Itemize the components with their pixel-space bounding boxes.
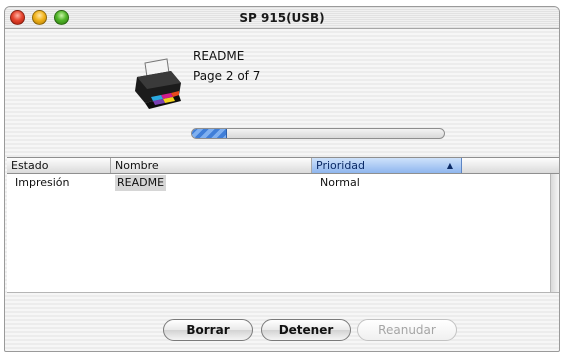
table-row[interactable]: Impresión README Normal [7, 175, 552, 191]
row-nombre: README [115, 175, 167, 191]
print-progress-fill [192, 129, 228, 138]
title-bar[interactable]: SP 915(USB) [5, 7, 559, 29]
row-estado: Impresión [15, 176, 70, 189]
table-header: Estado Nombre Prioridad ▲ [7, 158, 559, 174]
column-header-prioridad-label: Prioridad [316, 159, 366, 172]
borrar-button[interactable]: Borrar [163, 319, 253, 341]
sort-ascending-icon: ▲ [446, 161, 453, 170]
row-prioridad: Normal [320, 176, 360, 189]
column-header-prioridad[interactable]: Prioridad ▲ [312, 158, 462, 173]
vertical-scrollbar[interactable] [550, 174, 559, 292]
print-queue-window: SP 915(USB) README Page 2 of 7 Estado No… [4, 6, 560, 352]
detener-button[interactable]: Detener [261, 319, 351, 341]
job-page-status: Page 2 of 7 [193, 69, 261, 83]
window-title: SP 915(USB) [239, 11, 325, 25]
reanudar-button[interactable]: Reanudar [357, 319, 457, 341]
column-header-estado[interactable]: Estado [7, 158, 111, 173]
print-progress-bar [191, 128, 445, 139]
column-header-nombre[interactable]: Nombre [111, 158, 312, 173]
printer-icon [131, 57, 187, 115]
column-header-empty [462, 158, 559, 173]
print-jobs-table: Estado Nombre Prioridad ▲ Impresión READ… [7, 157, 559, 293]
job-document-name: README [193, 49, 245, 63]
